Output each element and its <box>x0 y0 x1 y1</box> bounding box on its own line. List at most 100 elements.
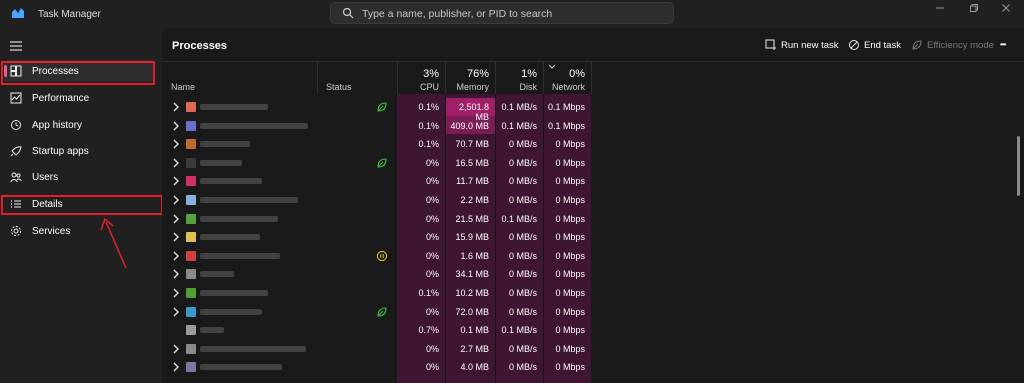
hamburger-menu-icon[interactable] <box>10 41 22 51</box>
disk-cell: 0 MB/s <box>508 195 537 205</box>
process-icon <box>186 250 196 261</box>
more-options-button[interactable]: ••• <box>1000 38 1016 54</box>
process-name-redacted <box>200 364 282 371</box>
table-row[interactable]: 0.7% 0.1 MB 0.1 MB/s 0 Mbps <box>162 321 1024 339</box>
expand-chevron-icon[interactable] <box>172 158 180 168</box>
table-row[interactable]: 0% 21.5 MB 0.1 MB/s 0 Mbps <box>162 210 1024 228</box>
minimize-button[interactable] <box>924 0 956 16</box>
column-header-cpu[interactable]: 3% CPU <box>397 62 445 94</box>
expand-chevron-icon[interactable] <box>172 121 180 131</box>
process-icon <box>186 120 196 131</box>
expand-chevron-icon[interactable] <box>172 195 180 205</box>
cpu-cell: 0.7% <box>418 325 439 336</box>
cpu-cell: 0% <box>425 362 439 373</box>
table-row[interactable]: 0.1% 409.0 MB 0.1 MB/s 0.1 Mbps <box>162 117 1024 135</box>
cpu-cell: 0% <box>425 306 439 317</box>
table-row[interactable]: 0.1% 10.2 MB 0 MB/s 0 Mbps <box>162 284 1024 302</box>
disk-cell: 0.1 MB/s <box>501 325 537 336</box>
column-header-status[interactable]: Status <box>317 62 397 94</box>
table-row[interactable]: 0% 2.2 MB 0 MB/s 0 Mbps <box>162 191 1024 209</box>
network-cell: 0 Mbps <box>555 139 585 150</box>
cpu-cell: 0% <box>425 343 439 354</box>
close-button[interactable] <box>990 0 1022 16</box>
scrollbar-thumb[interactable] <box>1017 136 1020 196</box>
expand-chevron-icon[interactable] <box>172 269 180 279</box>
network-cell: 0.1 Mbps <box>547 120 585 131</box>
disk-cell: 0 MB/s <box>508 269 537 280</box>
table-row[interactable]: 0% 16.5 MB 0 MB/s 0 Mbps <box>162 154 1024 172</box>
expand-chevron-icon[interactable] <box>172 232 180 242</box>
sidebar-item-app-history[interactable]: App history <box>4 114 154 136</box>
disk-cell: 0 MB/s <box>508 343 537 354</box>
efficiency-leaf-icon <box>377 307 387 317</box>
process-name-redacted <box>200 345 306 352</box>
table-row[interactable]: 0% 15.9 MB 0 MB/s 0 Mbps <box>162 228 1024 246</box>
expand-chevron-icon[interactable] <box>172 251 180 261</box>
memory-cell: 0.1 MB <box>460 325 489 336</box>
expand-chevron-icon[interactable] <box>172 288 180 298</box>
table-row[interactable]: 0% 72.0 MB 0 MB/s 0 Mbps <box>162 303 1024 321</box>
table-row[interactable]: 0.1% 70.7 MB 0 MB/s 0 Mbps <box>162 135 1024 153</box>
annotation-box-processes <box>1 61 155 85</box>
cpu-cell: 0% <box>425 269 439 280</box>
cpu-cell: 0% <box>425 157 439 168</box>
sidebar-item-services[interactable]: Services <box>4 220 154 242</box>
restore-button[interactable] <box>958 0 990 16</box>
process-name-redacted <box>200 271 234 278</box>
column-label: Disk <box>519 82 538 92</box>
efficiency-mode-button[interactable]: Efficiency mode <box>911 38 994 54</box>
table-row[interactable]: 0% 2.7 MB 0 MB/s 0 Mbps <box>162 340 1024 358</box>
sidebar-item-startup-apps[interactable]: Startup apps <box>4 140 154 162</box>
disk-cell: 0.1 MB/s <box>501 120 537 131</box>
memory-cell: 2.2 MB <box>460 195 489 205</box>
cpu-cell: 0% <box>425 195 439 205</box>
expand-chevron-icon[interactable] <box>172 307 180 317</box>
sidebar-item-users[interactable]: Users <box>4 166 154 188</box>
expand-chevron-icon[interactable] <box>172 176 180 186</box>
expand-chevron-icon[interactable] <box>172 102 180 112</box>
end-task-button[interactable]: End task <box>848 38 903 54</box>
network-cell: 0 Mbps <box>555 157 585 168</box>
table-row[interactable]: 0% 11.7 MB 0 MB/s 0 Mbps <box>162 172 1024 190</box>
expand-chevron-icon[interactable] <box>172 214 180 224</box>
expand-chevron-icon[interactable] <box>172 362 180 372</box>
process-icon <box>186 139 196 150</box>
disk-cell: 0.1 MB/s <box>501 213 537 224</box>
disk-total: 1% <box>521 68 537 80</box>
memory-cell: 2,501.8 MB <box>458 102 489 122</box>
column-header-disk[interactable]: 1% Disk <box>495 62 543 94</box>
table-row[interactable]: 0.1% 2,501.8 MB 0.1 MB/s 0.1 Mbps <box>162 98 1024 122</box>
process-name-redacted <box>200 327 224 334</box>
close-icon <box>1002 4 1010 12</box>
disk-cell: 0 MB/s <box>508 176 537 187</box>
network-total: 0% <box>569 68 585 80</box>
efficiency-leaf-icon <box>377 158 387 168</box>
cpu-cell: 0.1% <box>418 120 439 131</box>
disk-cell: 0 MB/s <box>508 362 537 373</box>
app-history-icon <box>11 120 21 130</box>
column-header-name[interactable]: Name <box>162 62 317 94</box>
column-separator[interactable] <box>591 62 592 94</box>
network-cell: 0 Mbps <box>555 325 585 336</box>
efficiency-mode-label: Efficiency mode <box>927 40 994 51</box>
annotation-box-details <box>1 195 163 215</box>
memory-cell: 21.5 MB <box>455 213 489 224</box>
users-icon <box>10 172 22 183</box>
expand-chevron-icon[interactable] <box>172 344 180 354</box>
search-placeholder: Type a name, publisher, or PID to search <box>362 8 553 20</box>
sidebar-item-performance[interactable]: Performance <box>4 87 154 109</box>
column-header-memory[interactable]: 76% Memory <box>445 62 495 94</box>
table-row[interactable]: 0% 4.0 MB 0 MB/s 0 Mbps <box>162 358 1024 376</box>
expand-chevron-icon[interactable] <box>172 139 180 149</box>
disk-cell: 0 MB/s <box>508 232 537 243</box>
network-cell: 0 Mbps <box>555 362 585 373</box>
table-row[interactable]: 0% 1.6 MB 0 MB/s 0 Mbps <box>162 247 1024 265</box>
disk-cell: 0 MB/s <box>508 139 537 150</box>
search-icon <box>342 7 354 19</box>
processes-panel: Processes Run new task End task Efficien… <box>162 28 1024 383</box>
search-box[interactable]: Type a name, publisher, or PID to search <box>330 2 674 24</box>
run-new-task-button[interactable]: Run new task <box>765 38 841 54</box>
table-row[interactable]: 0% 34.1 MB 0 MB/s 0 Mbps <box>162 265 1024 283</box>
disk-cell: 0 MB/s <box>508 306 537 317</box>
memory-cell: 2.7 MB <box>460 343 489 354</box>
